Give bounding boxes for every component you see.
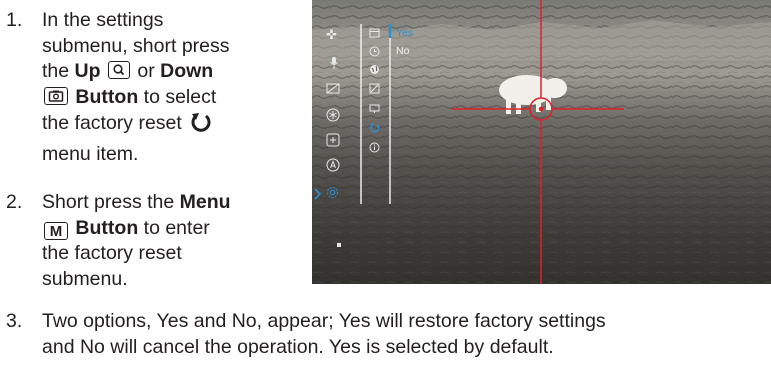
menu-button-label: Menu	[179, 191, 231, 213]
calibration-icon[interactable]	[369, 83, 380, 97]
step-text: Two options, Yes and No, appear; Yes wil…	[42, 310, 606, 358]
info-icon[interactable]	[369, 142, 380, 156]
up-button-label: Up	[74, 60, 101, 82]
step-number: 1.	[6, 9, 23, 31]
step-text: Short press the Menu M Button to enter t…	[42, 191, 231, 290]
settings-icon[interactable]	[325, 185, 340, 203]
option-no[interactable]: No	[396, 45, 409, 57]
display-off-icon[interactable]	[326, 83, 340, 98]
screen-icon[interactable]	[369, 103, 380, 117]
menu-key-icon: M	[44, 221, 68, 240]
auto-icon[interactable]	[326, 158, 340, 175]
step-text: In the settings submenu, short press the…	[42, 9, 230, 165]
step-number: 2.	[6, 191, 23, 213]
factory-reset-icon[interactable]	[369, 122, 380, 136]
plus-box-icon[interactable]	[326, 133, 340, 150]
button-label: Button	[75, 216, 139, 239]
zoom-icon	[107, 61, 130, 79]
factory-reset-icon	[189, 110, 213, 142]
snowflake-icon[interactable]	[326, 108, 340, 125]
clock-icon[interactable]	[369, 46, 380, 60]
option-yes[interactable]: Yes	[396, 27, 413, 39]
button-label: Button	[75, 85, 139, 108]
crosshair-icon[interactable]: ✜	[326, 28, 337, 42]
camera-icon	[44, 86, 68, 105]
globe-icon[interactable]	[369, 64, 380, 78]
down-button-label: Down	[160, 60, 214, 82]
step-2: 2. Short press the Menu M Button to ente…	[0, 190, 300, 300]
microphone-icon[interactable]	[329, 56, 339, 73]
calendar-icon[interactable]	[369, 27, 380, 41]
thermal-scope-screen: ✜ Yes No	[312, 0, 771, 284]
step-1: 1. In the settings submenu, short press …	[0, 8, 300, 178]
step-number: 3.	[6, 310, 23, 332]
thermal-scene	[312, 0, 771, 284]
